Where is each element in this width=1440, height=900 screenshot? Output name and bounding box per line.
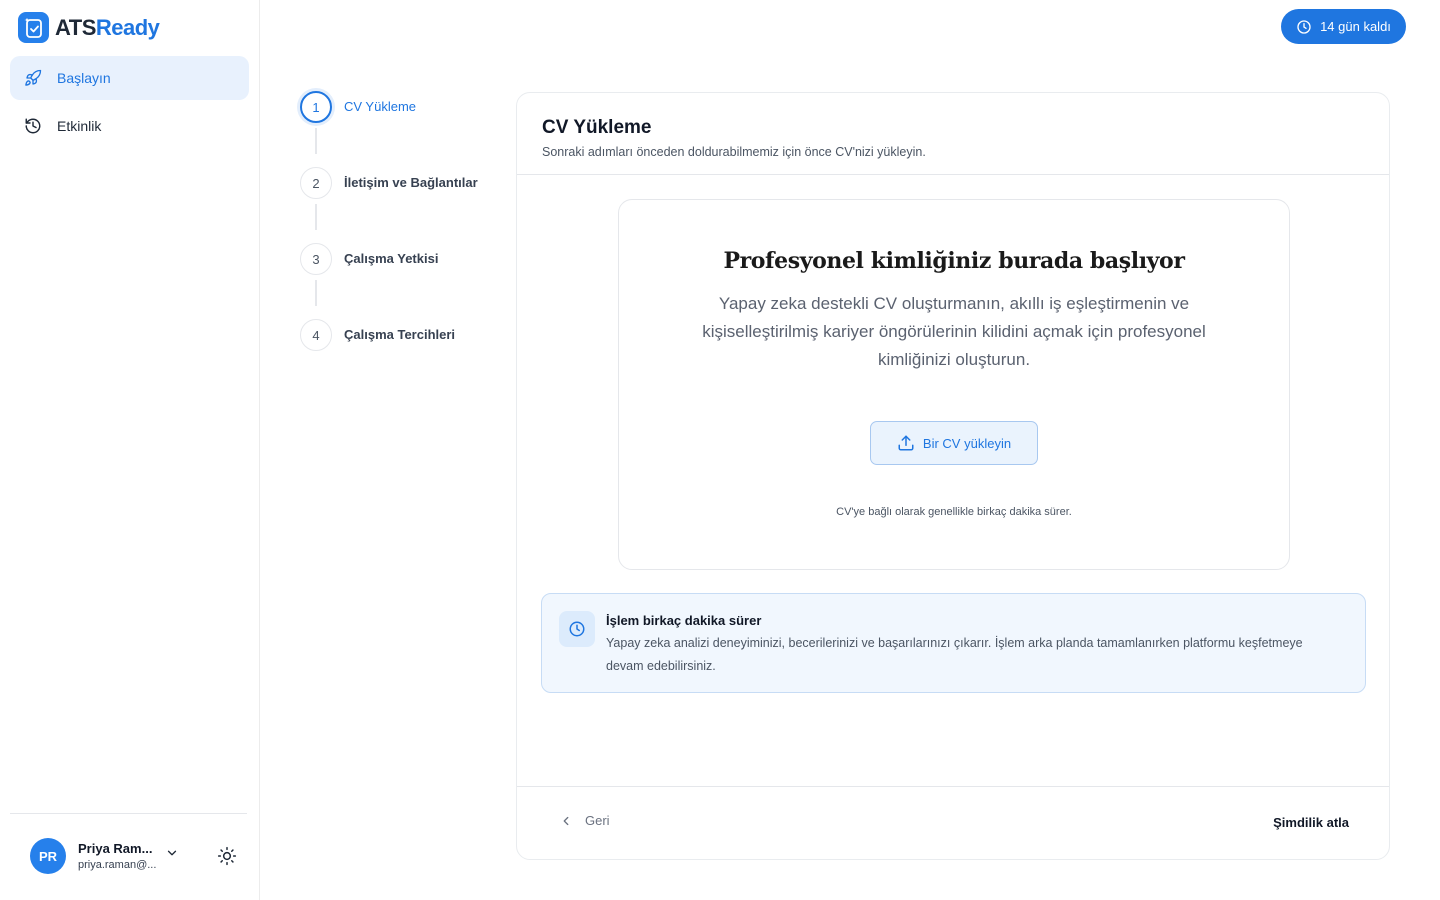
user-email: priya.raman@... (78, 859, 157, 871)
info-text: Yapay zeka analizi deneyiminizi, beceril… (606, 636, 1303, 673)
upload-dropzone[interactable]: Profesyonel kimliğiniz burada başlıyor Y… (618, 199, 1290, 570)
history-icon (23, 116, 43, 136)
step-number: 2 (300, 167, 332, 199)
step-connector (315, 280, 317, 306)
back-label: Geri (585, 813, 610, 828)
step-connector (315, 128, 317, 154)
info-title: İşlem birkaç dakika sürer (606, 613, 762, 628)
info-banner: İşlem birkaç dakika sürer Yapay zeka ana… (541, 593, 1366, 693)
skip-button[interactable]: Şimdilik atla (1273, 815, 1349, 830)
clock-icon (1296, 19, 1312, 35)
upload-note: CV'ye bağlı olarak genellikle birkaç dak… (836, 506, 1072, 518)
sidebar-item-label: Etkinlik (57, 118, 102, 134)
step-label: Çalışma Yetkisi (344, 251, 439, 266)
step-number: 3 (300, 243, 332, 275)
hero-description: Yapay zeka destekli CV oluşturmanın, akı… (702, 294, 1206, 369)
step-label: CV Yükleme (344, 99, 417, 114)
divider (517, 786, 1389, 787)
trial-label: 14 gün kaldı (1320, 19, 1391, 34)
cv-upload-card: CV Yükleme Sonraki adımları önceden dold… (516, 92, 1390, 860)
step-calisma-tercihleri[interactable]: 4 Çalışma Tercihleri (300, 319, 500, 351)
chevron-down-icon[interactable] (165, 846, 179, 860)
step-number: 1 (300, 91, 332, 123)
page-subtitle: Sonraki adımları önceden doldurabilmemiz… (542, 145, 926, 159)
upload-cv-label: Bir CV yükleyin (922, 435, 1012, 451)
back-button[interactable]: Geri (559, 813, 610, 828)
sidebar-item-label: Başlayın (57, 70, 111, 86)
step-connector (315, 204, 317, 230)
step-calisma-yetkisi[interactable]: 3 Çalışma Yetkisi (300, 243, 500, 275)
trial-badge[interactable]: 14 gün kaldı (1281, 9, 1406, 44)
step-label: Çalışma Tercihleri (344, 327, 456, 342)
clock-icon (559, 611, 595, 647)
chevron-left-icon (559, 814, 573, 828)
user-name: Priya Ram... (78, 841, 153, 856)
step-cv-yukleme[interactable]: 1 CV Yükleme (300, 91, 500, 123)
upload-cv-button[interactable]: Bir CV yükleyin (870, 421, 1038, 465)
sidebar: ATSReady Başlayın Etkinlik PR Priya Ram.… (0, 0, 260, 900)
sun-icon[interactable] (216, 845, 238, 867)
logo-icon (18, 12, 49, 43)
page-title: CV Yükleme (542, 117, 652, 138)
hero-title: Profesyonel kimliğiniz burada başlıyor (723, 248, 1185, 274)
sidebar-item-etkinlik[interactable]: Etkinlik (10, 104, 249, 148)
avatar: PR (30, 838, 66, 874)
upload-icon (897, 434, 915, 452)
rocket-icon (23, 68, 43, 88)
step-label: İletişim ve Bağlantılar (344, 175, 478, 190)
step-number: 4 (300, 319, 332, 351)
logo-text: ATSReady (55, 14, 160, 40)
app-logo[interactable]: ATSReady (18, 12, 160, 43)
sidebar-divider (10, 813, 247, 814)
user-menu[interactable]: PR Priya Ram... priya.raman@... (30, 838, 156, 874)
step-iletisim[interactable]: 2 İletişim ve Bağlantılar (300, 167, 500, 199)
sidebar-item-baslayin[interactable]: Başlayın (10, 56, 249, 100)
divider (517, 174, 1389, 175)
